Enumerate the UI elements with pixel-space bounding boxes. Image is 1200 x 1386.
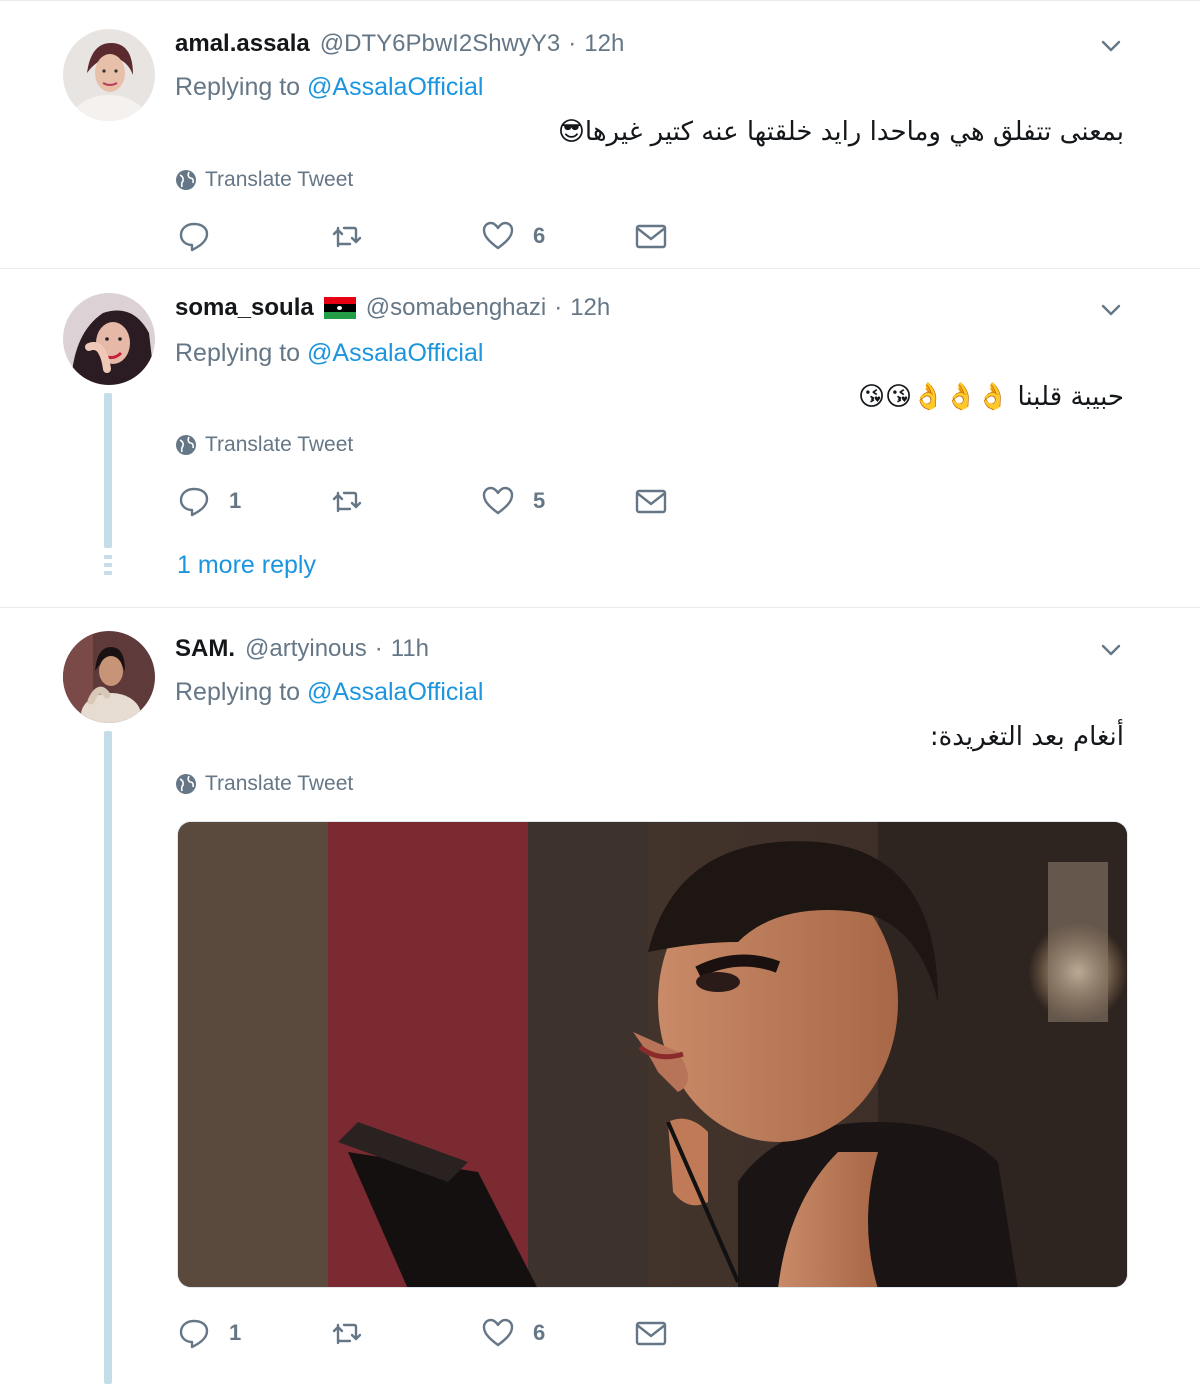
tweet-text: أنغام بعد التغريدة:: [929, 722, 1124, 752]
display-name[interactable]: soma_soula: [175, 294, 314, 322]
tweet-header: SAM. @artyinous · 11h: [175, 635, 429, 663]
tweet-text: حبيبة قلبنا 👌👌👌😘😘: [857, 382, 1124, 412]
retweet-icon: [332, 1323, 362, 1345]
separator: ·: [374, 635, 383, 662]
like-count: 6: [533, 1320, 546, 1345]
tweet-header: soma_soula @somabenghazi · 12h: [175, 294, 610, 322]
heart-icon: [482, 1318, 514, 1347]
translate-tweet[interactable]: Translate Tweet: [175, 168, 353, 192]
tweet-actions: 6: [175, 216, 675, 256]
translate-tweet[interactable]: Translate Tweet: [175, 433, 353, 457]
chevron-down-icon[interactable]: [1098, 637, 1124, 663]
libya-flag-icon: [323, 297, 356, 319]
like-count: 5: [533, 488, 546, 513]
tweet-1[interactable]: amal.assala @DTY6PbwI2ShwyY3 · 12h Reply…: [0, 4, 1200, 269]
like-button[interactable]: 6: [481, 216, 545, 256]
reply-icon: [179, 487, 209, 517]
translate-label: Translate Tweet: [205, 168, 354, 191]
thread-line: [104, 393, 112, 548]
retweet-button[interactable]: [330, 1313, 382, 1353]
reply-count: 1: [229, 1320, 242, 1345]
globe-icon: [176, 435, 196, 455]
mention-link[interactable]: @AssalaOfficial: [307, 73, 483, 101]
tweet-text: بمعنى تتفلق هي وماحدا رايد خلقتها عنه كت…: [557, 117, 1124, 147]
tweet-actions: 1 5: [175, 481, 675, 521]
tweet-actions: 1 6: [175, 1313, 675, 1353]
translate-tweet[interactable]: Translate Tweet: [175, 772, 353, 796]
more-replies-link[interactable]: 1 more reply: [177, 551, 316, 580]
avatar[interactable]: [63, 293, 155, 385]
tweet-2[interactable]: soma_soula @somabenghazi · 12h Replying …: [0, 269, 1200, 608]
reply-icon: [179, 222, 209, 252]
reply-icon: [179, 1319, 209, 1349]
timestamp[interactable]: 12h: [584, 30, 624, 58]
replying-to: Replying to @AssalaOfficial: [175, 678, 483, 707]
envelope-icon: [635, 1321, 667, 1346]
timestamp[interactable]: 11h: [391, 635, 429, 663]
user-handle[interactable]: @somabenghazi: [366, 294, 546, 322]
retweet-icon: [332, 226, 362, 248]
separator: ·: [568, 30, 577, 57]
reply-button[interactable]: [177, 216, 229, 256]
tweet-media-gif[interactable]: [177, 821, 1128, 1288]
display-name[interactable]: amal.assala: [175, 30, 310, 58]
user-handle[interactable]: @artyinous: [245, 635, 367, 663]
user-handle[interactable]: @DTY6PbwI2ShwyY3: [320, 30, 560, 58]
mention-link[interactable]: @AssalaOfficial: [307, 678, 483, 706]
retweet-button[interactable]: [330, 216, 382, 256]
timestamp[interactable]: 12h: [570, 294, 610, 322]
globe-icon: [176, 774, 196, 794]
heart-icon: [482, 486, 514, 515]
globe-icon: [176, 170, 196, 190]
avatar[interactable]: [63, 631, 155, 723]
replying-to: Replying to @AssalaOfficial: [175, 73, 483, 102]
message-button[interactable]: [634, 216, 668, 256]
retweet-icon: [332, 491, 362, 513]
mention-link[interactable]: @AssalaOfficial: [307, 339, 483, 367]
envelope-icon: [635, 224, 667, 249]
like-count: 6: [533, 223, 546, 248]
chevron-down-icon[interactable]: [1098, 33, 1124, 59]
like-button[interactable]: 6: [481, 1313, 545, 1353]
replying-prefix: Replying to: [175, 678, 308, 706]
reply-button[interactable]: 1: [177, 1313, 241, 1353]
replying-prefix: Replying to: [175, 339, 308, 367]
chevron-down-icon[interactable]: [1098, 297, 1124, 323]
retweet-button[interactable]: [330, 481, 382, 521]
like-button[interactable]: 5: [481, 481, 545, 521]
tweet-header: amal.assala @DTY6PbwI2ShwyY3 · 12h: [175, 30, 624, 58]
display-name[interactable]: SAM.: [175, 635, 235, 663]
message-button[interactable]: [634, 1313, 668, 1353]
avatar[interactable]: [63, 29, 155, 121]
translate-label: Translate Tweet: [205, 433, 354, 456]
separator: ·: [554, 294, 563, 321]
translate-label: Translate Tweet: [205, 772, 354, 795]
thread-more-indicator: [104, 555, 112, 579]
message-button[interactable]: [634, 481, 668, 521]
heart-icon: [482, 221, 514, 250]
reply-count: 1: [229, 488, 242, 513]
envelope-icon: [635, 489, 667, 514]
reply-button[interactable]: 1: [177, 481, 241, 521]
thread-line: [104, 731, 112, 1384]
replying-prefix: Replying to: [175, 73, 308, 101]
top-divider: [0, 0, 1200, 1]
replying-to: Replying to @AssalaOfficial: [175, 339, 483, 368]
